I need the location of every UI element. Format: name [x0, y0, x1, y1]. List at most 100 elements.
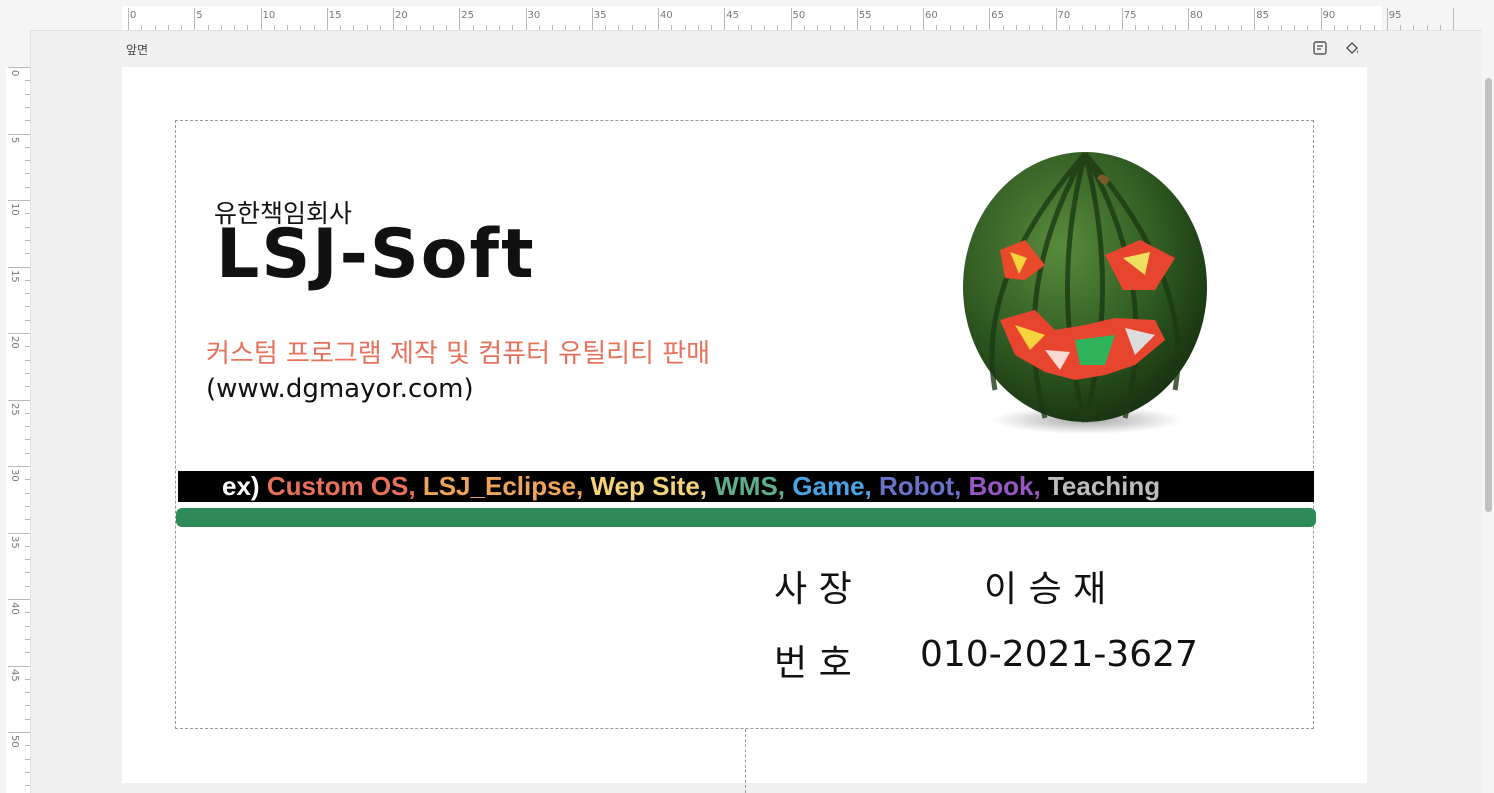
ruler-tick [432, 25, 434, 30]
ruler-tick [25, 346, 30, 348]
ruler-tick [167, 25, 169, 30]
ruler-number: 5 [9, 136, 20, 143]
ruler-number: 30 [527, 10, 541, 21]
ruler-number: 70 [1057, 10, 1071, 21]
ruler-tick [803, 25, 805, 30]
ruler-tick [949, 25, 951, 30]
ruler-number: 10 [9, 203, 20, 216]
vertical-scrollbar[interactable] [1482, 30, 1494, 793]
accent-bar[interactable] [176, 508, 1316, 527]
ruler-tick [154, 25, 156, 30]
ruler-tick [25, 559, 30, 561]
ruler-tick [1227, 25, 1229, 30]
memo-icon[interactable] [1311, 39, 1329, 57]
ruler-tick [658, 8, 659, 30]
examples-banner[interactable]: ex) Custom OS, LSJ_Eclipse, Wep Site, WM… [178, 471, 1314, 502]
ruler-number: 30 [9, 469, 20, 482]
ruler-tick [379, 25, 381, 30]
ruler-tick [25, 160, 30, 162]
ruler-tick [764, 25, 765, 30]
ruler-tick [393, 8, 394, 30]
ruler-tick [870, 25, 871, 30]
ruler-tick [1373, 25, 1375, 30]
ruler-tick [1029, 25, 1030, 30]
person-name[interactable]: 이 승 재 [984, 560, 1106, 612]
ruler-tick [25, 439, 30, 441]
ruler-number: 15 [9, 269, 20, 283]
website-text[interactable]: (www.dgmayor.com) [206, 374, 474, 404]
ruler-tick [1386, 8, 1388, 30]
ruler-tick [737, 25, 739, 30]
slogan-text[interactable]: 커스텀 프로그램 제작 및 컴퓨터 유틸리티 판매 [206, 333, 710, 370]
ruler-tick [909, 25, 911, 30]
ruler-tick [25, 612, 30, 614]
example-item: Teaching [1047, 471, 1161, 501]
ruler-tick [419, 25, 421, 30]
ruler-number: 25 [461, 10, 474, 21]
ruler-number: 5 [196, 10, 203, 21]
ruler-tick [538, 25, 540, 30]
ruler-tick [25, 239, 30, 241]
example-item: Custom OS, [266, 471, 423, 501]
watermelon-image[interactable] [955, 140, 1220, 440]
ruler-active-region [6, 67, 30, 793]
ruler-tick [220, 25, 222, 30]
ruler-tick [8, 665, 30, 667]
ruler-number: 0 [9, 70, 20, 77]
scrollbar-thumb[interactable] [1485, 78, 1492, 512]
ruler-tick [247, 25, 249, 30]
ruler-tick [25, 638, 30, 640]
ruler-tick [1095, 25, 1097, 30]
ruler-tick [25, 585, 30, 587]
phone-label[interactable]: 번 호 [774, 634, 852, 686]
ruler-tick [25, 106, 30, 108]
ruler-tick [856, 8, 858, 30]
ruler-tick [8, 200, 30, 201]
ruler-tick [25, 319, 30, 321]
ruler-tick [25, 213, 30, 215]
title-label[interactable]: 사 장 [774, 560, 852, 612]
ruler-tick [1333, 25, 1335, 30]
ruler-tick [25, 718, 30, 720]
ruler-tick [25, 426, 30, 428]
phone-number[interactable]: 010-2021-3627 [920, 634, 1198, 675]
paint-bucket-icon[interactable] [1343, 39, 1361, 57]
ruler-number: 10 [262, 10, 276, 21]
company-logo-text[interactable]: LSJ-Soft [216, 221, 536, 289]
ruler-number: 95 [1388, 10, 1402, 21]
ruler-tick [1294, 25, 1295, 30]
ruler-number: 20 [395, 10, 408, 21]
ruler-tick [711, 25, 712, 30]
ruler-tick [207, 25, 209, 30]
ruler-number: 80 [1190, 10, 1203, 21]
ruler-tick [923, 8, 924, 30]
ruler-tick [472, 25, 474, 30]
ruler-tick [340, 25, 341, 30]
ruler-number: 60 [925, 10, 938, 21]
ruler-tick [260, 8, 262, 30]
ruler-tick [671, 25, 673, 30]
ruler-tick [485, 25, 487, 30]
ruler-tick [1055, 8, 1057, 30]
ruler-tick [25, 372, 30, 374]
ruler-tick [25, 452, 30, 454]
ruler-tick [1108, 25, 1110, 30]
ruler-number: 25 [9, 402, 20, 416]
ruler-tick [446, 25, 447, 30]
vertical-ruler: 0 5 10 15 20 25 30 35 40 45 50 [0, 30, 31, 793]
example-item: Book, [968, 471, 1048, 501]
ruler-tick [1135, 25, 1136, 30]
ruler-number: 55 [858, 10, 872, 21]
ruler-tick [525, 8, 527, 30]
ruler-tick [25, 519, 30, 521]
ruler-number: 35 [9, 535, 20, 549]
ruler-tick [300, 25, 302, 30]
ruler-tick [25, 80, 30, 82]
ruler-tick [25, 93, 30, 95]
ruler-tick [406, 25, 408, 30]
ruler-tick [8, 732, 30, 733]
example-item: WMS, [714, 471, 793, 501]
ruler-tick [1201, 25, 1203, 30]
ruler-tick [1347, 25, 1348, 30]
ruler-tick [1360, 25, 1362, 30]
